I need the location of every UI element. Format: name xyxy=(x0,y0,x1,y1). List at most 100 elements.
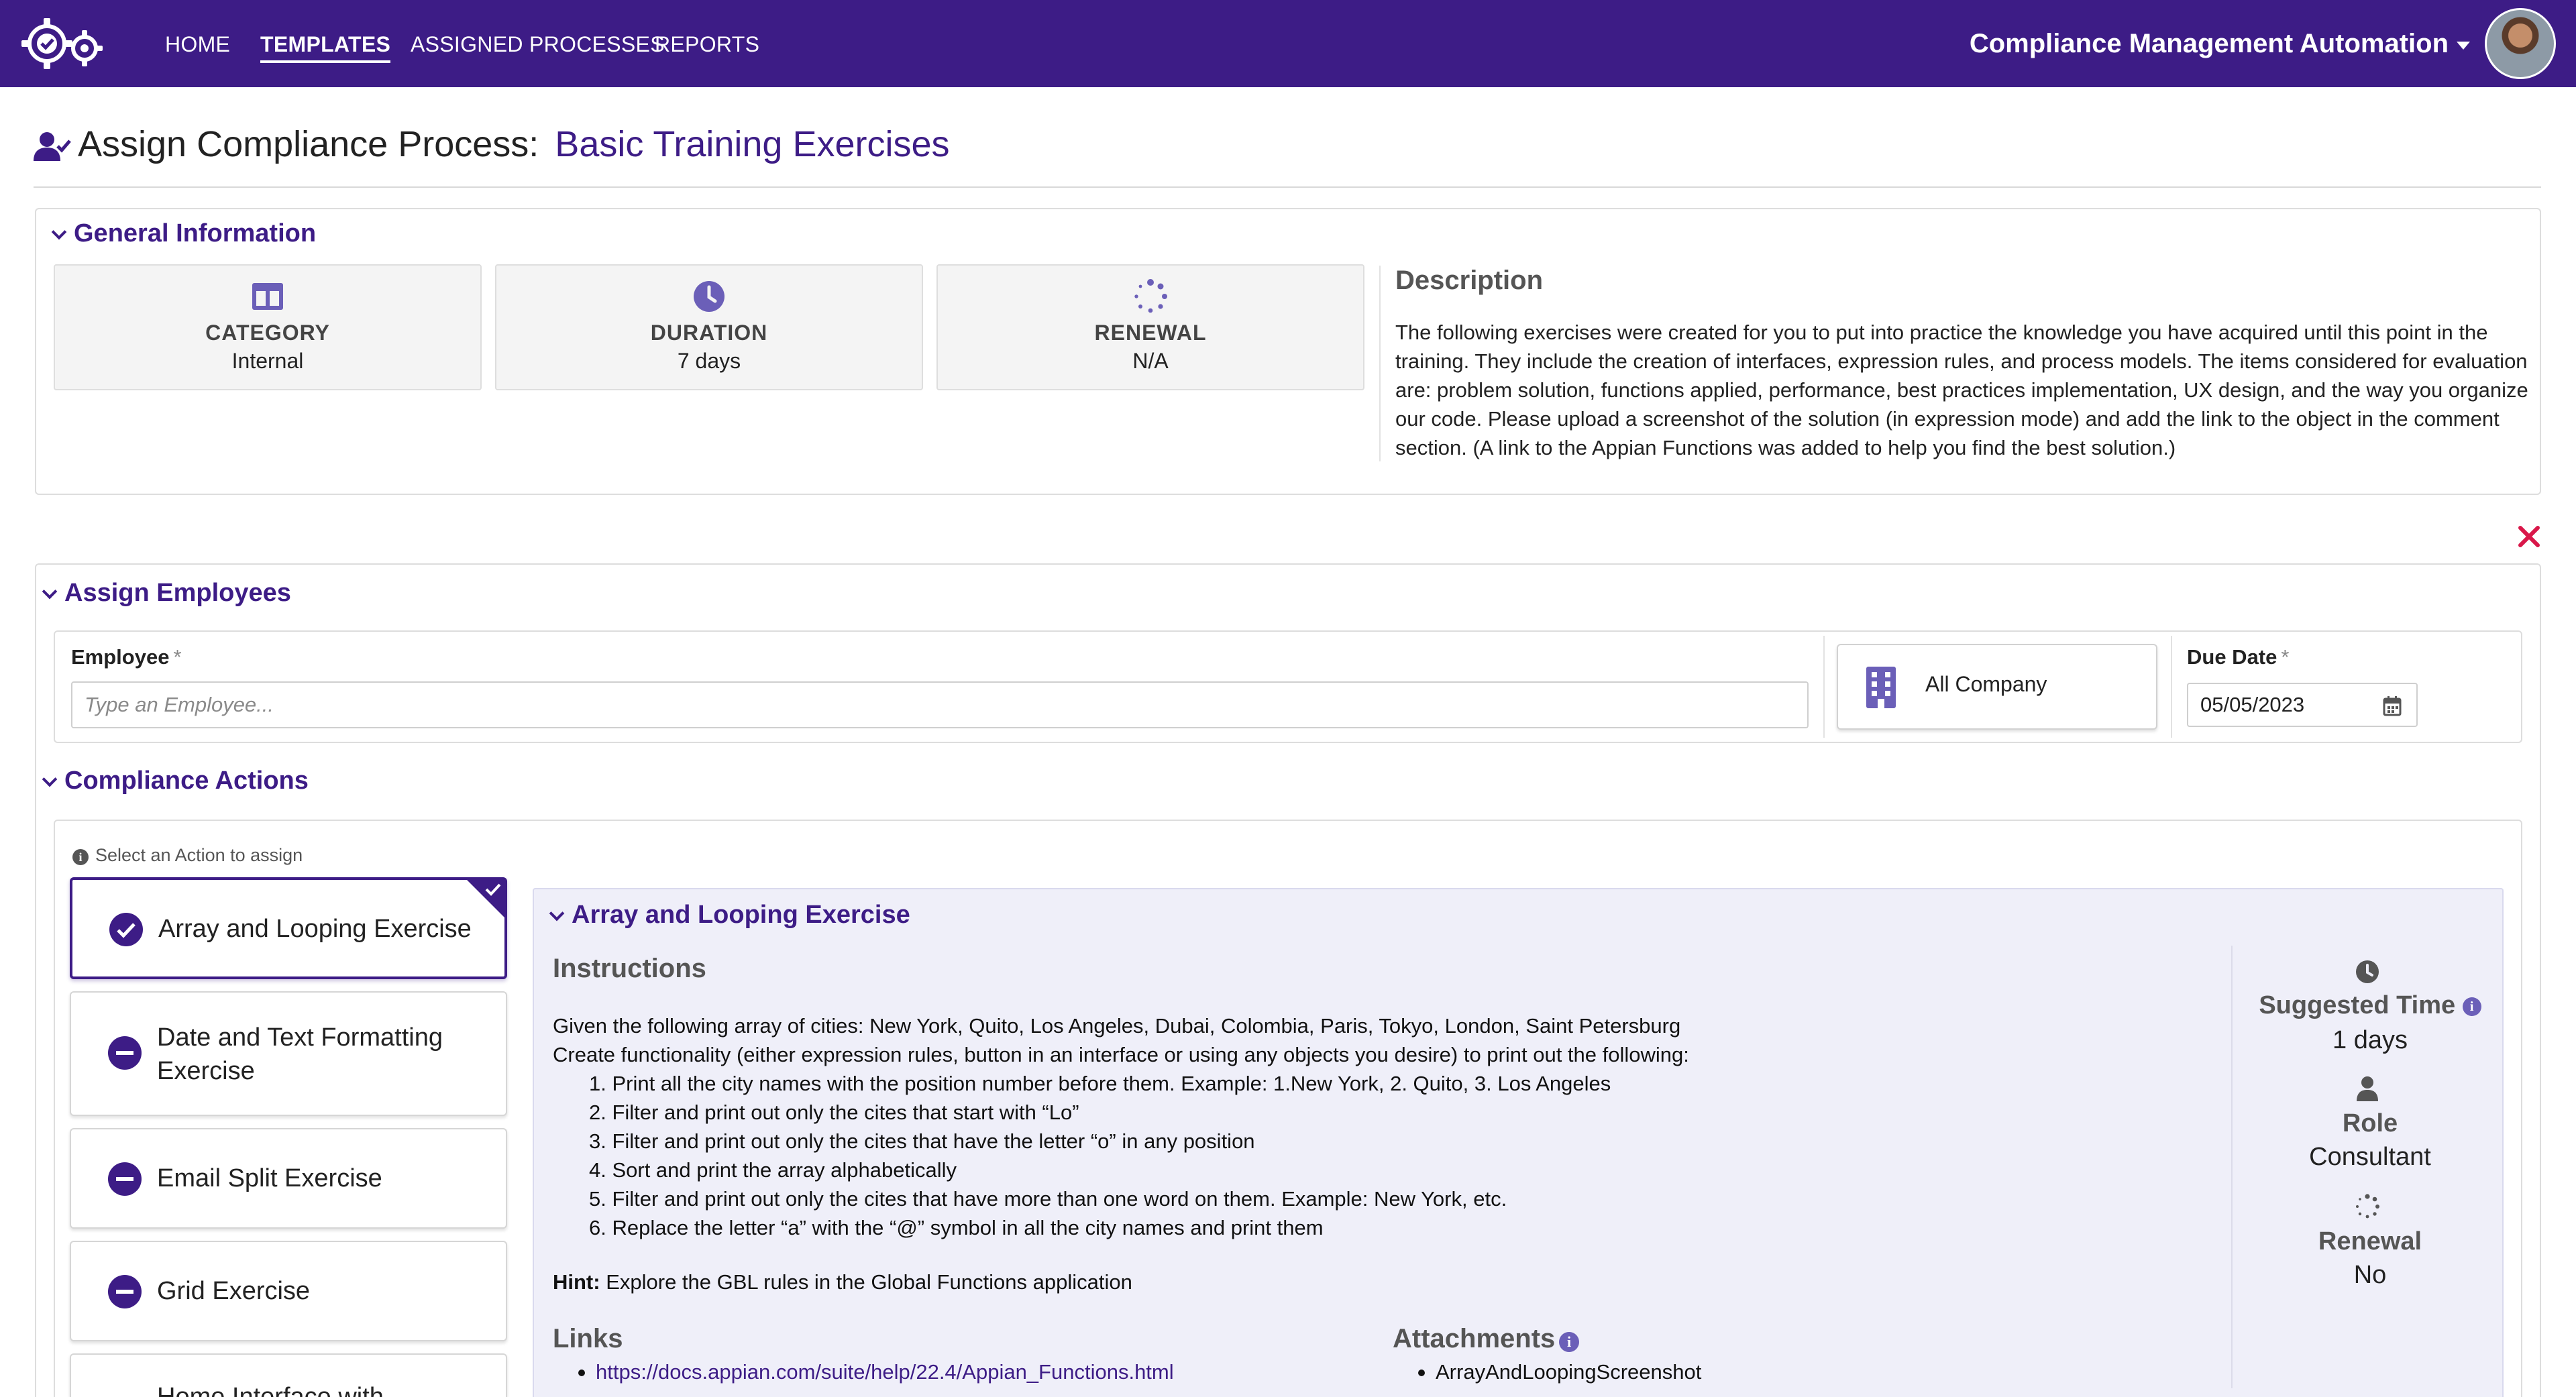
minus-circle-icon xyxy=(108,1036,142,1070)
nav-home[interactable]: HOME xyxy=(165,30,230,59)
required-mark: * xyxy=(2281,645,2290,669)
active-tab-underline xyxy=(260,60,391,63)
instruction-step: 1. Print all the city names with the pos… xyxy=(589,1072,1611,1095)
chevron-down-icon xyxy=(42,583,58,600)
page-title: Assign Compliance Process: Basic Training… xyxy=(78,121,950,168)
nav-reports[interactable]: REPORTS xyxy=(655,30,759,59)
action-label: Date and Text Formatting Exercise xyxy=(157,1023,443,1085)
user-check-icon xyxy=(34,132,71,161)
appian-functions-link[interactable]: https://docs.appian.com/suite/help/22.4/… xyxy=(596,1360,1174,1384)
info-icon[interactable]: i xyxy=(2462,997,2481,1016)
instruction-step: 3. Filter and print out only the cites t… xyxy=(589,1129,1255,1153)
duration-label: DURATION xyxy=(650,321,768,345)
suggested-time-value: 1 days xyxy=(2332,1026,2408,1054)
hint-text: Explore the GBL rules in the Global Func… xyxy=(600,1270,1132,1294)
action-card-grid[interactable]: Grid Exercise xyxy=(70,1241,507,1341)
category-label: CATEGORY xyxy=(205,321,330,345)
select-action-hint: i Select an Action to assign xyxy=(72,845,303,866)
attachment-item[interactable]: ArrayAndLoopingScreenshot xyxy=(1436,1360,1701,1384)
chevron-down-icon[interactable] xyxy=(2457,42,2470,50)
role-value: Consultant xyxy=(2309,1143,2431,1171)
due-date-label: Due Date * xyxy=(2187,645,2289,669)
action-card-array-looping[interactable]: Array and Looping Exercise xyxy=(70,877,507,979)
instruction-step: 5. Filter and print out only the cites t… xyxy=(589,1187,1507,1211)
minus-circle-icon xyxy=(108,1162,142,1196)
description-title: Description xyxy=(1395,266,1544,295)
header-divider xyxy=(34,186,2541,188)
layout-columns-icon xyxy=(252,283,283,310)
chevron-down-icon xyxy=(549,905,565,921)
suggested-time-label-text: Suggested Time xyxy=(2259,991,2456,1019)
instructions-intro-line-2: Create functionality (either expression … xyxy=(553,1043,1689,1066)
assign-employees-title: Assign Employees xyxy=(64,579,291,607)
action-detail-toggle[interactable]: Array and Looping Exercise xyxy=(549,899,910,931)
building-icon xyxy=(1866,667,1896,708)
spinner-icon xyxy=(2356,1194,2379,1219)
description-text: The following exercises were created for… xyxy=(1395,321,2528,459)
assign-employees-toggle[interactable]: Assign Employees xyxy=(42,577,291,609)
clock-icon xyxy=(2356,960,2379,983)
general-information-toggle[interactable]: General Information xyxy=(51,217,316,249)
all-company-label: All Company xyxy=(1925,672,2047,696)
nav-templates-label: TEMPLATES xyxy=(260,32,391,56)
action-card-email-split[interactable]: Email Split Exercise xyxy=(70,1128,507,1229)
bullet xyxy=(1418,1370,1425,1376)
calendar-icon xyxy=(2383,696,2402,716)
action-card-date-text-formatting[interactable]: Date and Text Formatting Exercise xyxy=(70,991,507,1116)
chevron-down-icon xyxy=(42,771,58,787)
compliance-actions-title: Compliance Actions xyxy=(64,767,309,795)
detail-side-divider xyxy=(2231,946,2233,1388)
renewal-value: N/A xyxy=(1132,349,1169,373)
action-card-home-interface[interactable]: Home Interface with xyxy=(70,1353,507,1397)
required-mark: * xyxy=(173,645,182,669)
renewal-label: RENEWAL xyxy=(1094,321,1207,345)
hint-label: Hint: xyxy=(553,1270,600,1294)
due-date-divider xyxy=(2171,636,2172,738)
instructions-hint: Hint: Explore the GBL rules in the Globa… xyxy=(553,1270,1132,1294)
due-date-input[interactable] xyxy=(2187,683,2368,727)
action-label: Grid Exercise xyxy=(157,1277,311,1305)
info-icon[interactable]: i xyxy=(1559,1332,1579,1352)
page-title-value: Basic Training Exercises xyxy=(555,124,950,164)
page-title-label: Assign Compliance Process: xyxy=(78,124,539,164)
employee-search-input[interactable] xyxy=(71,681,1809,728)
employee-row-divider xyxy=(1823,636,1825,738)
nav-templates[interactable]: TEMPLATES xyxy=(260,30,391,63)
all-company-button[interactable]: All Company xyxy=(1837,644,2157,730)
spinner-icon xyxy=(1134,279,1167,313)
bullet xyxy=(578,1370,585,1376)
gears-check-logo-icon[interactable] xyxy=(19,13,106,74)
action-label: Email Split Exercise xyxy=(157,1164,382,1192)
attachments-title-text: Attachments xyxy=(1393,1324,1556,1353)
user-icon xyxy=(2357,1076,2378,1101)
instruction-step: 6. Replace the letter “a” with the “@” s… xyxy=(589,1216,1324,1239)
employee-label-text: Employee xyxy=(71,645,170,669)
user-avatar[interactable] xyxy=(2485,8,2556,79)
check-icon xyxy=(485,883,501,896)
employee-label: Employee * xyxy=(71,645,182,669)
select-action-hint-text: Select an Action to assign xyxy=(95,845,303,865)
action-label: Array and Looping Exercise xyxy=(158,915,472,943)
description-divider xyxy=(1379,266,1381,461)
nav-assigned-processes[interactable]: ASSIGNED PROCESSES xyxy=(411,30,665,59)
close-icon[interactable] xyxy=(2517,524,2541,549)
compliance-actions-toggle[interactable]: Compliance Actions xyxy=(42,765,309,797)
duration-card: DURATION 7 days xyxy=(495,264,923,390)
minus-circle-icon xyxy=(108,1275,142,1308)
detail-renewal-label: Renewal xyxy=(2318,1227,2422,1255)
detail-renewal-value: No xyxy=(2353,1261,2387,1289)
calendar-button[interactable] xyxy=(2367,683,2418,727)
renewal-card: RENEWAL N/A xyxy=(936,264,1364,390)
instructions-steps: 1. Print all the city names with the pos… xyxy=(589,1069,2199,1242)
links-title: Links xyxy=(553,1324,623,1353)
instructions-title: Instructions xyxy=(553,954,706,983)
app-switcher-title[interactable]: Compliance Management Automation xyxy=(1970,27,2449,60)
duration-value: 7 days xyxy=(677,349,741,373)
role-label: Role xyxy=(2342,1109,2398,1137)
instructions-intro: Given the following array of cities: New… xyxy=(553,1011,2203,1069)
due-date-label-text: Due Date xyxy=(2187,645,2277,669)
attachments-title: Attachments xyxy=(1393,1324,1555,1354)
instruction-step: 2. Filter and print out only the cites t… xyxy=(589,1101,1079,1124)
action-detail-title: Array and Looping Exercise xyxy=(572,901,910,929)
top-navigation-bar: HOME TEMPLATES ASSIGNED PROCESSES REPORT… xyxy=(0,0,2576,87)
